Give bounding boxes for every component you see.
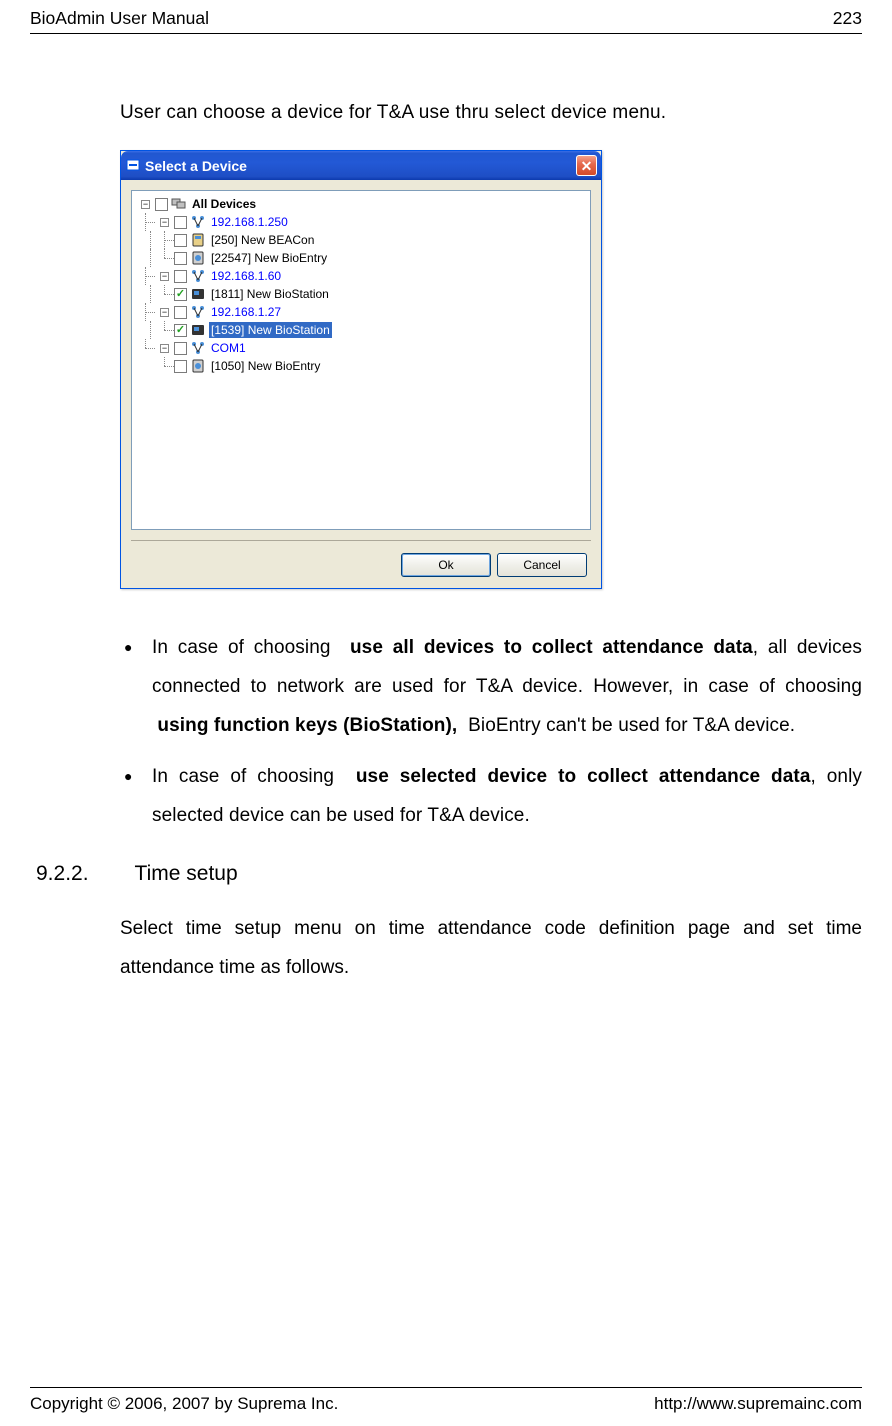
- footer-divider: [30, 1387, 862, 1388]
- section-title: Time setup: [135, 862, 238, 886]
- biostation-icon: [190, 286, 206, 302]
- tree-item[interactable]: [22547] New BioEntry: [136, 249, 586, 267]
- tree-item-label: [1050] New BioEntry: [209, 358, 322, 374]
- header-page-number: 223: [833, 8, 862, 29]
- footer-url: http://www.supremainc.com: [654, 1394, 862, 1414]
- bullet-item: In case of choosing use selected device …: [120, 758, 862, 836]
- dialog-title: Select a Device: [145, 158, 247, 174]
- tree-item-label: 192.168.1.60: [209, 268, 283, 284]
- network-hub-icon: [190, 214, 206, 230]
- tree-item[interactable]: − COM1: [136, 339, 586, 357]
- checkbox[interactable]: [174, 216, 187, 229]
- checkbox[interactable]: [174, 288, 187, 301]
- tree-item[interactable]: [1050] New BioEntry: [136, 357, 586, 375]
- tree-item[interactable]: − 192.168.1.60: [136, 267, 586, 285]
- section-body: Select time setup menu on time attendanc…: [120, 910, 862, 988]
- tree-item-label: [22547] New BioEntry: [209, 250, 329, 266]
- bullet-item: In case of choosing use all devices to c…: [120, 629, 862, 746]
- tree-root[interactable]: − All Devices: [136, 195, 586, 213]
- section-number: 9.2.2.: [36, 862, 89, 886]
- close-button[interactable]: ✕: [576, 155, 597, 176]
- section-heading: 9.2.2. Time setup: [30, 862, 862, 886]
- device-tree[interactable]: − All Devices − 192.168.1.250 [250] New …: [131, 190, 591, 530]
- tree-item[interactable]: [1539] New BioStation: [136, 321, 586, 339]
- footer-copyright: Copyright © 2006, 2007 by Suprema Inc.: [30, 1394, 338, 1414]
- tree-item[interactable]: − 192.168.1.250: [136, 213, 586, 231]
- checkbox[interactable]: [174, 342, 187, 355]
- tree-item[interactable]: [250] New BEACon: [136, 231, 586, 249]
- network-hub-icon: [190, 340, 206, 356]
- network-hub-icon: [190, 268, 206, 284]
- checkbox[interactable]: [174, 360, 187, 373]
- close-icon: ✕: [581, 159, 593, 173]
- computers-icon: [171, 196, 187, 212]
- tree-item-label: 192.168.1.27: [209, 304, 283, 320]
- header-title: BioAdmin User Manual: [30, 8, 209, 29]
- checkbox[interactable]: [174, 306, 187, 319]
- tree-item[interactable]: − 192.168.1.27: [136, 303, 586, 321]
- tree-root-label: All Devices: [190, 196, 258, 212]
- checkbox[interactable]: [174, 270, 187, 283]
- network-hub-icon: [190, 304, 206, 320]
- bioentry-icon: [190, 250, 206, 266]
- tree-item-label: 192.168.1.250: [209, 214, 290, 230]
- dialog-titlebar[interactable]: Select a Device ✕: [121, 151, 601, 180]
- bioentry-icon: [190, 358, 206, 374]
- ok-button[interactable]: Ok: [401, 553, 491, 577]
- page-footer: Copyright © 2006, 2007 by Suprema Inc. h…: [30, 1394, 862, 1414]
- page-header: BioAdmin User Manual 223: [0, 0, 892, 33]
- device-icon: [190, 232, 206, 248]
- select-device-dialog: Select a Device ✕ − All Devices − 192.16…: [120, 150, 602, 589]
- checkbox[interactable]: [174, 252, 187, 265]
- checkbox[interactable]: [174, 324, 187, 337]
- checkbox[interactable]: [174, 234, 187, 247]
- main-content: User can choose a device for T&A use thr…: [0, 34, 892, 988]
- tree-item-label: [1811] New BioStation: [209, 286, 331, 302]
- bullet-list: In case of choosing use all devices to c…: [120, 629, 862, 836]
- tree-item-label: COM1: [209, 340, 248, 356]
- tree-item-label: [250] New BEACon: [209, 232, 316, 248]
- cancel-button[interactable]: Cancel: [497, 553, 587, 577]
- dialog-icon: [125, 158, 141, 174]
- dialog-button-panel: Ok Cancel: [131, 540, 591, 577]
- root-checkbox[interactable]: [155, 198, 168, 211]
- tree-item-label: [1539] New BioStation: [209, 322, 332, 338]
- tree-item[interactable]: [1811] New BioStation: [136, 285, 586, 303]
- intro-paragraph: User can choose a device for T&A use thr…: [120, 102, 862, 124]
- biostation-icon: [190, 322, 206, 338]
